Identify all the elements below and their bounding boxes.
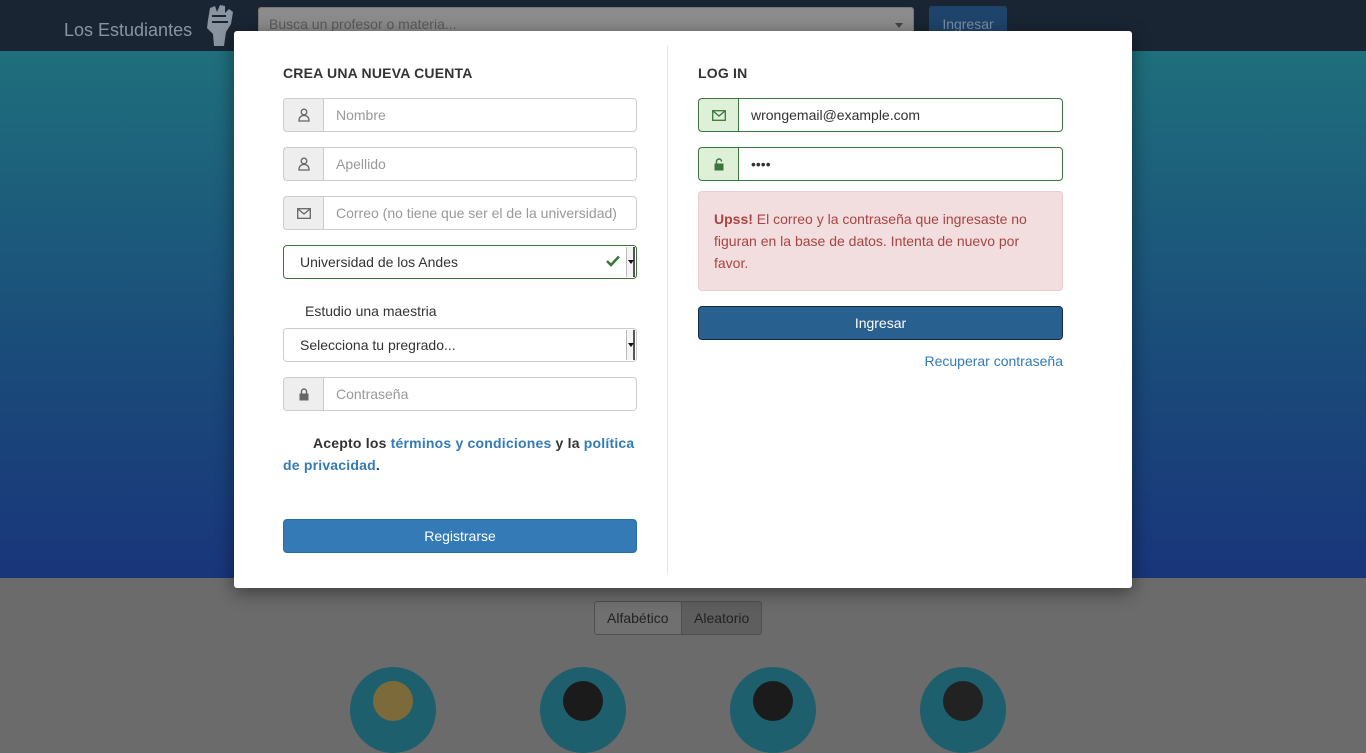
professor-avatar[interactable]	[920, 667, 1006, 753]
register-button[interactable]: Registrarse	[283, 519, 637, 553]
terms-middle: y la	[555, 435, 580, 451]
recover-password-link[interactable]: Recuperar contraseña	[924, 353, 1063, 369]
undergrad-program-select[interactable]: Selecciona tu pregrado...	[283, 328, 637, 362]
login-password-group	[698, 147, 1063, 181]
signup-title: CREA UNA NUEVA CUENTA	[283, 65, 473, 81]
raised-fist-logo-icon	[207, 5, 233, 46]
program-selected-value: Selecciona tu pregrado...	[300, 337, 456, 353]
terms-prefix: Acepto los	[313, 435, 387, 451]
terms-link[interactable]: términos y condiciones	[391, 435, 552, 451]
select-arrow-icon	[626, 247, 635, 277]
sort-toggle-group: Alfabético Aleatorio	[594, 601, 762, 635]
signup-password-field[interactable]	[323, 377, 637, 411]
login-email-group	[698, 98, 1063, 132]
sort-random-button[interactable]: Aleatorio	[681, 601, 762, 635]
select-arrow-icon	[626, 330, 635, 360]
lastname-input-group	[283, 147, 637, 181]
name-input-group	[283, 98, 637, 132]
brand-name[interactable]: Los Estudiantes	[64, 20, 192, 41]
professor-avatar[interactable]	[730, 667, 816, 753]
checkmark-icon	[606, 255, 620, 267]
error-message: El correo y la contraseña que ingresaste…	[714, 211, 1027, 271]
login-email-field[interactable]	[738, 98, 1063, 132]
chevron-down-icon	[895, 23, 903, 28]
login-error-alert: Upss! El correo y la contraseña que ingr…	[698, 191, 1063, 291]
professor-avatar[interactable]	[540, 667, 626, 753]
lock-icon	[283, 377, 323, 411]
last-name-field[interactable]	[323, 147, 637, 181]
signup-password-group	[283, 377, 637, 411]
login-password-field[interactable]	[738, 147, 1063, 181]
unlock-icon	[698, 147, 738, 181]
terms-suffix: .	[375, 457, 380, 473]
user-icon	[283, 98, 323, 132]
envelope-icon	[283, 196, 323, 230]
university-selected-value: Universidad de los Andes	[300, 254, 458, 270]
sort-alphabetic-button[interactable]: Alfabético	[594, 601, 682, 635]
professor-avatar[interactable]	[350, 667, 436, 753]
auth-modal: CREA UNA NUEVA CUENTA Universidad de los…	[234, 31, 1132, 588]
login-submit-button[interactable]: Ingresar	[698, 306, 1063, 340]
column-divider	[667, 46, 668, 574]
signup-email-field[interactable]	[323, 196, 637, 230]
terms-acceptance[interactable]: Acepto los términos y condiciones y la p…	[283, 432, 639, 476]
masters-checkbox-label[interactable]: Estudio una maestria	[305, 303, 437, 319]
login-title: LOG IN	[698, 65, 748, 81]
university-select[interactable]: Universidad de los Andes	[283, 245, 637, 279]
first-name-field[interactable]	[323, 98, 637, 132]
user-icon	[283, 147, 323, 181]
error-title: Upss!	[714, 211, 753, 227]
page-lower-background	[0, 578, 1366, 694]
envelope-icon	[698, 98, 738, 132]
email-input-group	[283, 196, 637, 230]
